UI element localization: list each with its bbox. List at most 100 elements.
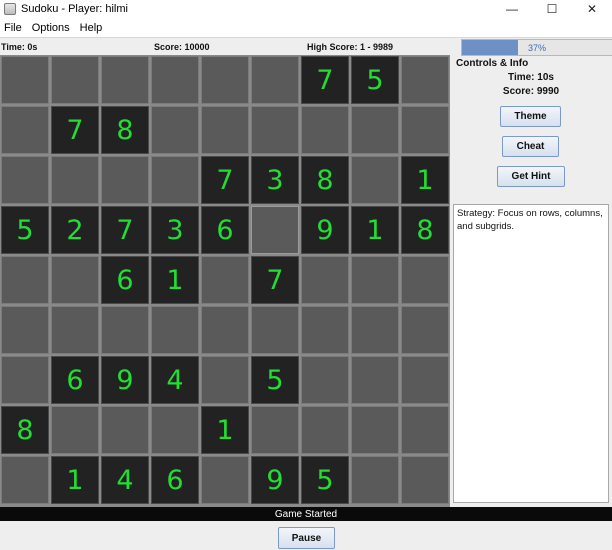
board-cell-r1c6[interactable] <box>251 56 299 104</box>
board-cell-r2c5[interactable] <box>201 106 249 154</box>
board-cell-r2c9[interactable] <box>401 106 449 154</box>
board-cell-r6c4[interactable] <box>151 306 199 354</box>
board-cell-r4c8[interactable]: 1 <box>351 206 399 254</box>
board-cell-r5c2[interactable] <box>51 256 99 304</box>
pause-button[interactable]: Pause <box>278 527 335 549</box>
board-cell-r8c3[interactable] <box>101 406 149 454</box>
board-cell-r3c3[interactable] <box>101 156 149 204</box>
board-cell-r1c1[interactable] <box>1 56 49 104</box>
board-cell-r3c2[interactable] <box>51 156 99 204</box>
board-cell-r4c4[interactable]: 3 <box>151 206 199 254</box>
board-cell-r3c9[interactable]: 1 <box>401 156 449 204</box>
board-cell-r6c6[interactable] <box>251 306 299 354</box>
board-cell-r7c7[interactable] <box>301 356 349 404</box>
board-cell-r5c1[interactable] <box>1 256 49 304</box>
board-cell-r3c7[interactable]: 8 <box>301 156 349 204</box>
controls-panel: 37% Controls & Info Time: 10s Score: 999… <box>450 38 612 507</box>
board-cell-r7c2[interactable]: 6 <box>51 356 99 404</box>
board-cell-r7c9[interactable] <box>401 356 449 404</box>
board-cell-r3c5[interactable]: 7 <box>201 156 249 204</box>
get-hint-button[interactable]: Get Hint <box>497 166 565 187</box>
board-cell-r4c2[interactable]: 2 <box>51 206 99 254</box>
board-cell-r2c7[interactable] <box>301 106 349 154</box>
board-cell-r9c1[interactable] <box>1 456 49 504</box>
theme-button[interactable]: Theme <box>500 106 561 127</box>
board-cell-r5c4[interactable]: 1 <box>151 256 199 304</box>
menu-file[interactable]: File <box>0 22 28 34</box>
board-cell-r5c3[interactable]: 6 <box>101 256 149 304</box>
board-cell-r1c7[interactable]: 7 <box>301 56 349 104</box>
progress-label: 37% <box>527 42 546 53</box>
board-cell-r6c9[interactable] <box>401 306 449 354</box>
cheat-button[interactable]: Cheat <box>502 136 559 157</box>
board-cell-r2c3[interactable]: 8 <box>101 106 149 154</box>
board-cell-r4c5[interactable]: 6 <box>201 206 249 254</box>
board-cell-r4c9[interactable]: 8 <box>401 206 449 254</box>
board-cell-r2c8[interactable] <box>351 106 399 154</box>
board-cell-r5c7[interactable] <box>301 256 349 304</box>
board-cell-r7c3[interactable]: 9 <box>101 356 149 404</box>
board-cell-r4c7[interactable]: 9 <box>301 206 349 254</box>
panel-time: Time: 10s <box>508 72 554 83</box>
board-cell-r9c2[interactable]: 1 <box>51 456 99 504</box>
board-cell-r8c4[interactable] <box>151 406 199 454</box>
maximize-button[interactable]: ☐ <box>532 0 572 18</box>
board-cell-r3c4[interactable] <box>151 156 199 204</box>
high-score-label: High Score: 1 - 9989 <box>307 42 394 52</box>
board-cell-r9c3[interactable]: 4 <box>101 456 149 504</box>
board-cell-r5c5[interactable] <box>201 256 249 304</box>
board-cell-r2c2[interactable]: 7 <box>51 106 99 154</box>
board-cell-r1c4[interactable] <box>151 56 199 104</box>
board-cell-r9c8[interactable] <box>351 456 399 504</box>
board-cell-r5c9[interactable] <box>401 256 449 304</box>
board-cell-r4c3[interactable]: 7 <box>101 206 149 254</box>
board-cell-r7c8[interactable] <box>351 356 399 404</box>
window-controls: — ☐ ✕ <box>492 0 612 18</box>
board-cell-r7c4[interactable]: 4 <box>151 356 199 404</box>
board-cell-r6c3[interactable] <box>101 306 149 354</box>
board-cell-r1c3[interactable] <box>101 56 149 104</box>
board-cell-r6c7[interactable] <box>301 306 349 354</box>
board-cell-r3c6[interactable]: 3 <box>251 156 299 204</box>
board-cell-r6c5[interactable] <box>201 306 249 354</box>
board-cell-r1c5[interactable] <box>201 56 249 104</box>
board-cell-r6c8[interactable] <box>351 306 399 354</box>
board-cell-r1c9[interactable] <box>401 56 449 104</box>
board-cell-r9c6[interactable]: 9 <box>251 456 299 504</box>
sudoku-board: 757873815273691861769458114695 <box>0 55 450 507</box>
board-cell-r8c1[interactable]: 8 <box>1 406 49 454</box>
board-cell-r7c6[interactable]: 5 <box>251 356 299 404</box>
board-cell-r8c8[interactable] <box>351 406 399 454</box>
strategy-text-area[interactable]: Strategy: Focus on rows, columns, and su… <box>453 204 609 503</box>
board-cell-r2c1[interactable] <box>1 106 49 154</box>
close-button[interactable]: ✕ <box>572 0 612 18</box>
board-cell-r3c8[interactable] <box>351 156 399 204</box>
board-cell-r7c5[interactable] <box>201 356 249 404</box>
menu-options[interactable]: Options <box>28 22 76 34</box>
board-cell-r3c1[interactable] <box>1 156 49 204</box>
board-cell-r8c6[interactable] <box>251 406 299 454</box>
board-cell-r1c8[interactable]: 5 <box>351 56 399 104</box>
board-cell-r9c5[interactable] <box>201 456 249 504</box>
menu-help[interactable]: Help <box>76 22 109 34</box>
board-cell-r9c4[interactable]: 6 <box>151 456 199 504</box>
board-cell-r2c4[interactable] <box>151 106 199 154</box>
board-cell-r4c6[interactable] <box>251 206 299 254</box>
board-cell-r4c1[interactable]: 5 <box>1 206 49 254</box>
board-cell-r1c2[interactable] <box>51 56 99 104</box>
board-cell-r2c6[interactable] <box>251 106 299 154</box>
minimize-button[interactable]: — <box>492 0 532 18</box>
board-cell-r8c2[interactable] <box>51 406 99 454</box>
app-icon <box>4 3 16 15</box>
board-cell-r6c2[interactable] <box>51 306 99 354</box>
menu-bar: File Options Help <box>0 18 612 38</box>
board-cell-r8c7[interactable] <box>301 406 349 454</box>
board-cell-r8c9[interactable] <box>401 406 449 454</box>
board-cell-r7c1[interactable] <box>1 356 49 404</box>
board-cell-r6c1[interactable] <box>1 306 49 354</box>
board-cell-r8c5[interactable]: 1 <box>201 406 249 454</box>
board-cell-r9c9[interactable] <box>401 456 449 504</box>
board-cell-r5c6[interactable]: 7 <box>251 256 299 304</box>
board-cell-r5c8[interactable] <box>351 256 399 304</box>
board-cell-r9c7[interactable]: 5 <box>301 456 349 504</box>
